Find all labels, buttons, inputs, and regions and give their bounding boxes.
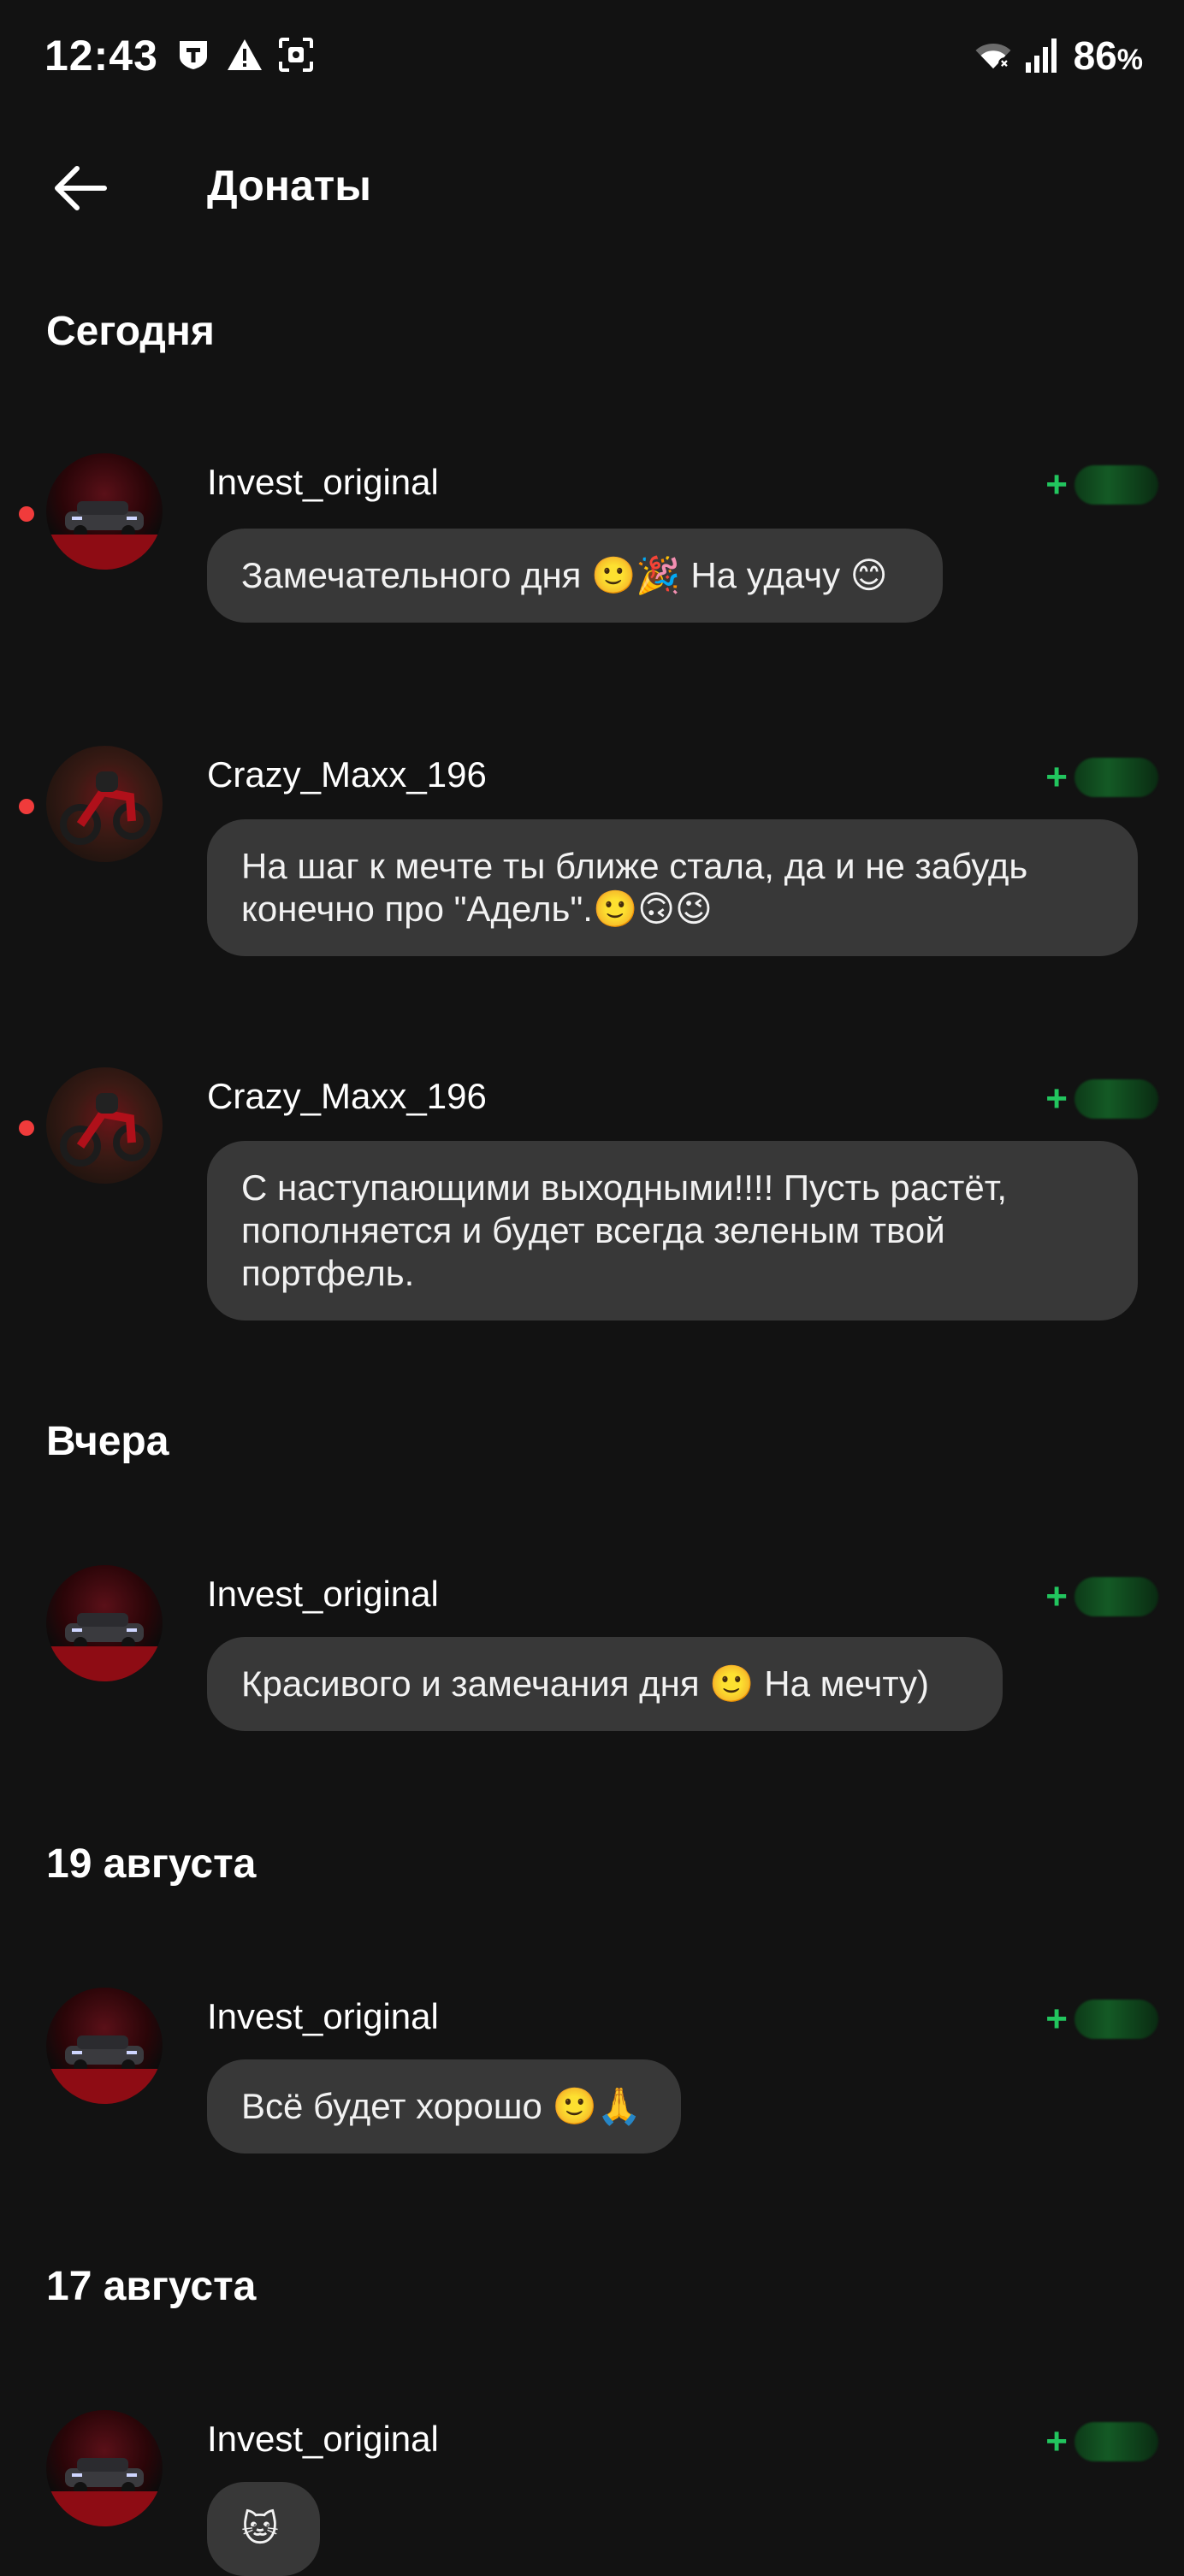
amount-hidden — [1074, 2000, 1158, 2039]
back-button[interactable] — [44, 152, 116, 224]
donor-name: Crazy_Maxx_196 — [207, 1076, 487, 1116]
donor-name: Crazy_Maxx_196 — [207, 754, 487, 795]
donor-name: Invest_original — [207, 1574, 439, 1614]
donation-amount: + — [1045, 2420, 1158, 2463]
status-time: 12:43 — [44, 32, 158, 80]
message-bubble: С наступающими выходными!!!! Пусть растё… — [207, 1141, 1138, 1320]
avatar[interactable] — [46, 1988, 163, 2104]
avatar[interactable] — [46, 453, 163, 570]
warning-icon — [226, 36, 263, 74]
amount-hidden — [1074, 1079, 1158, 1119]
avatar[interactable] — [46, 1067, 163, 1184]
section-heading-aug-19: 19 августа — [46, 1841, 257, 1887]
amount-hidden — [1074, 2422, 1158, 2461]
unread-indicator — [19, 506, 34, 522]
arrow-left-icon — [55, 166, 107, 210]
wifi-icon — [974, 37, 1012, 74]
app-bar: Донаты — [0, 128, 1184, 248]
section-heading-aug-17: 17 августа — [46, 2264, 257, 2309]
amount-hidden — [1074, 758, 1158, 797]
donation-amount: + — [1045, 756, 1158, 799]
unread-indicator — [19, 799, 34, 814]
amount-hidden — [1074, 1577, 1158, 1616]
message-bubble: Красивого и замечания дня 🙂 На мечту) — [207, 1637, 1003, 1731]
avatar[interactable] — [46, 1565, 163, 1681]
donor-name: Invest_original — [207, 462, 439, 502]
battery-level: 86% — [1073, 33, 1143, 78]
message-bubble: 🐱 — [207, 2482, 320, 2576]
message-bubble: Замечательного дня 🙂🎉 На удачу 😊 — [207, 529, 943, 623]
section-heading-yesterday: Вчера — [46, 1419, 169, 1464]
donation-amount: + — [1045, 1078, 1158, 1120]
amount-hidden — [1074, 465, 1158, 505]
page-title: Донаты — [207, 162, 371, 210]
screenshot-icon — [277, 36, 315, 74]
unread-indicator — [19, 1120, 34, 1136]
tinkoff-icon — [175, 36, 212, 74]
status-bar: 12:43 86% — [0, 0, 1184, 111]
donor-name: Invest_original — [207, 1996, 439, 2036]
avatar[interactable] — [46, 746, 163, 862]
donation-amount: + — [1045, 1998, 1158, 2041]
message-bubble: Всё будет хорошо 🙂🙏 — [207, 2059, 681, 2154]
avatar[interactable] — [46, 2410, 163, 2526]
donation-amount: + — [1045, 464, 1158, 506]
signal-icon — [1024, 37, 1062, 74]
donation-amount: + — [1045, 1575, 1158, 1618]
section-heading-today: Сегодня — [46, 309, 215, 354]
donor-name: Invest_original — [207, 2419, 439, 2459]
message-bubble: На шаг к мечте ты ближе стала, да и не з… — [207, 819, 1138, 956]
